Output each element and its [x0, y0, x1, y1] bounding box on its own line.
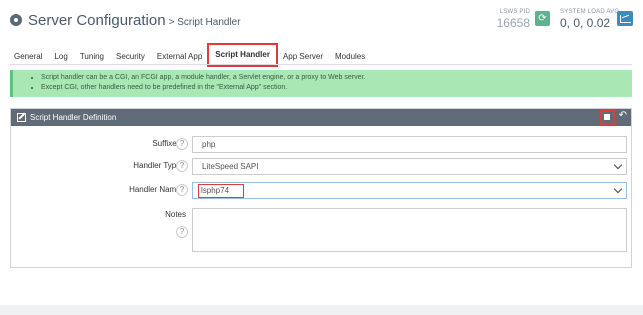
save-button[interactable] [600, 110, 615, 125]
chart-button[interactable] [617, 11, 633, 26]
help-icon[interactable]: ? [176, 226, 188, 238]
top-bar: Server Configuration > Script Handler LS… [0, 0, 643, 40]
restart-button[interactable]: ⟳ [535, 11, 550, 26]
load-label: SYSTEM LOAD AVG [560, 9, 620, 15]
info-line: Script handler can be a CGI, an FCGI app… [41, 73, 632, 83]
handler-type-value: LiteSpeed SAPI [202, 162, 259, 171]
back-icon[interactable]: ↶ [619, 110, 627, 121]
panel-title: Script Handler Definition [30, 113, 117, 122]
load-value: 0, 0, 0.02 [560, 16, 611, 30]
help-icon[interactable]: ? [176, 184, 188, 196]
handler-name-value: lsphp74 [198, 184, 245, 198]
edit-icon [17, 113, 26, 122]
chevron-down-icon [613, 184, 623, 194]
info-alert: Script handler can be a CGI, an FCGI app… [10, 70, 632, 97]
tab-divider [10, 64, 632, 65]
pid-display: LSWS PID 16658 [495, 9, 530, 30]
notes-textarea[interactable] [192, 208, 627, 252]
chevron-down-icon [613, 160, 623, 170]
info-line: Except CGI, other handlers need to be pr… [41, 83, 632, 93]
suffixes-input[interactable]: php [192, 136, 627, 153]
handler-name-select[interactable]: lsphp74 [192, 182, 627, 199]
tab-script-handler[interactable]: Script Handler [207, 43, 278, 67]
pid-label: LSWS PID [499, 9, 530, 15]
pid-value: 16658 [496, 16, 530, 30]
handler-type-select[interactable]: LiteSpeed SAPI [192, 158, 627, 175]
help-icon[interactable]: ? [176, 138, 188, 150]
notes-label: Notes [165, 210, 186, 219]
help-icon[interactable]: ? [176, 160, 188, 172]
page-title: Server Configuration [28, 12, 166, 29]
gear-icon [10, 14, 22, 26]
script-handler-panel: Script Handler Definition ↶ Suffixes * ?… [10, 108, 632, 268]
load-display: SYSTEM LOAD AVG 0, 0, 0.02 [560, 9, 619, 30]
tab-bar: General Log Tuning Security External App… [8, 42, 371, 67]
footer-bar [0, 305, 643, 315]
panel-header: Script Handler Definition ↶ [11, 109, 631, 126]
title-area: Server Configuration > Script Handler [10, 12, 241, 29]
refresh-icon: ⟳ [538, 13, 547, 24]
breadcrumb: > Script Handler [168, 17, 241, 28]
